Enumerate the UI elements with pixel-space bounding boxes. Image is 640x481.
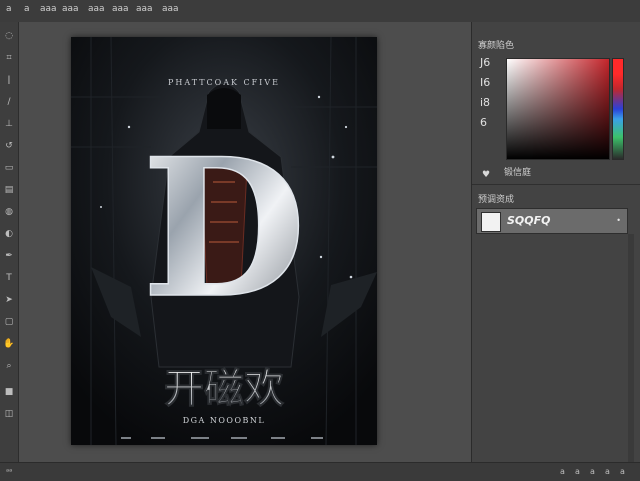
status-item: a <box>590 467 595 476</box>
hue-slider[interactable] <box>612 58 624 160</box>
status-item: a <box>605 467 610 476</box>
status-bar: ᵃᵃ a a a a a <box>0 462 640 481</box>
eyedropper-icon[interactable]: ǀ <box>3 74 15 86</box>
poster-tagline: PHATTCOAK CFIVE <box>168 78 280 87</box>
type-icon[interactable]: T <box>3 272 15 284</box>
pen-icon[interactable]: ✒ <box>3 250 15 262</box>
divider <box>472 184 640 185</box>
status-item: a <box>620 467 625 476</box>
status-left: ᵃᵃ <box>6 467 13 476</box>
color-label: I6 <box>480 76 491 89</box>
poster-artwork: D PHATTCOAK CFIVE 开磁欢 DGA NOOOBNL <box>71 37 377 445</box>
history-brush-icon[interactable]: ↺ <box>3 140 15 152</box>
layer-name: SQQFQ <box>507 214 551 227</box>
colors-icon[interactable]: ■ <box>3 386 15 398</box>
layer-thumbnail <box>481 212 501 232</box>
color-label: J6 <box>480 56 491 69</box>
color-field[interactable] <box>506 58 610 160</box>
chevron-down-icon[interactable]: ♥ <box>482 170 490 180</box>
color-panel-labels: J6 I6 i8 6 <box>480 56 500 136</box>
canvas-area[interactable]: D PHATTCOAK CFIVE 开磁欢 DGA NOOOBNL <box>19 22 471 462</box>
shape-icon[interactable]: ▢ <box>3 316 15 328</box>
right-panels: 寡颜陷色 J6 I6 i8 6 ♥ 锻信庭 预调资成 SQQFQ • <box>471 22 640 462</box>
gradient-icon[interactable]: ▤ <box>3 184 15 196</box>
hand-icon[interactable]: ✋ <box>3 338 15 350</box>
menu-item[interactable]: aaa <box>62 4 79 14</box>
zoom-icon[interactable]: ⌕ <box>3 360 15 372</box>
crop-icon[interactable]: ⌗ <box>3 52 15 64</box>
quickmask-icon[interactable]: ◫ <box>3 408 15 420</box>
poster-title: 开磁欢 <box>164 365 284 412</box>
color-label: i8 <box>480 96 491 109</box>
menu-item[interactable]: aaa <box>40 4 57 14</box>
menu-item[interactable]: a <box>24 4 30 14</box>
menu-bar: a a aaa aaa aaa aaa aaa aaa <box>0 0 640 23</box>
menu-item[interactable]: aaa <box>112 4 129 14</box>
tools-panel: ◌ ⌗ ǀ ∕ ⊥ ↺ ▭ ▤ ◍ ◐ ✒ T ➤ ▢ ✋ ⌕ ■ ◫ <box>0 22 19 462</box>
poster-subtitle: DGA NOOOBNL <box>183 416 266 425</box>
stamp-icon[interactable]: ⊥ <box>3 118 15 130</box>
menu-item[interactable]: aaa <box>162 4 179 14</box>
color-panel-footer: 锻信庭 <box>504 168 532 178</box>
blur-icon[interactable]: ◍ <box>3 206 15 218</box>
dodge-icon[interactable]: ◐ <box>3 228 15 240</box>
eraser-icon[interactable]: ▭ <box>3 162 15 174</box>
path-select-icon[interactable]: ➤ <box>3 294 15 306</box>
lasso-icon[interactable]: ◌ <box>3 30 15 42</box>
dot-icon: • <box>616 216 621 225</box>
logo-letter: D <box>142 117 307 340</box>
scrollbar[interactable] <box>628 234 634 462</box>
menu-item[interactable]: aaa <box>136 4 153 14</box>
status-item: a <box>560 467 565 476</box>
color-panel-title[interactable]: 寡颜陷色 <box>478 38 514 51</box>
document-canvas[interactable]: D PHATTCOAK CFIVE 开磁欢 DGA NOOOBNL <box>71 37 377 445</box>
menu-item[interactable]: a <box>6 4 12 14</box>
menu-item[interactable]: aaa <box>88 4 105 14</box>
status-item: a <box>575 467 580 476</box>
layers-panel-title[interactable]: 预调资成 <box>478 192 514 205</box>
color-label: 6 <box>480 116 487 129</box>
brush-icon[interactable]: ∕ <box>3 96 15 108</box>
layer-row[interactable]: SQQFQ • <box>476 208 628 234</box>
